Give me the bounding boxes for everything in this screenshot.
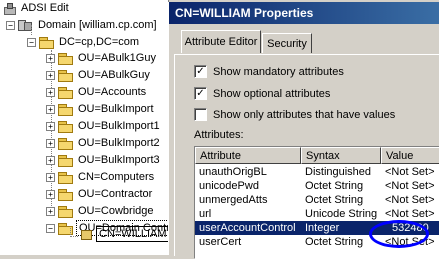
attribute-row[interactable]: unicodePwd Octet String <Not Set>	[195, 179, 439, 193]
attribute-row[interactable]: unauthOrigBL Distinguished <Not Set>	[195, 165, 439, 179]
folder-icon	[58, 188, 73, 201]
column-header-attribute[interactable]: Attribute	[195, 147, 301, 164]
tree-ou-item[interactable]: + CN=Computers	[46, 168, 156, 186]
tree-ou-item[interactable]: + OU=BulkImport3	[46, 151, 162, 169]
attribute-value: <Not Set>	[385, 194, 435, 206]
expand-icon[interactable]: +	[46, 104, 55, 114]
show-optional-checkbox[interactable]: ✓ Show optional attributes	[194, 87, 330, 100]
tree-ou-label: OU=BulkImport3	[78, 154, 160, 166]
expand-icon[interactable]: +	[46, 70, 55, 80]
folder-icon	[58, 205, 73, 218]
checkbox-label: Show only attributes that have values	[213, 108, 396, 121]
user-object-icon	[80, 229, 92, 240]
checkbox-label: Show optional attributes	[213, 87, 331, 100]
tree-ou-label: OU=BulkImport2	[78, 137, 160, 149]
folder-icon	[58, 69, 73, 82]
expand-icon[interactable]: +	[46, 87, 55, 97]
attribute-syntax: Integer	[305, 222, 340, 234]
adsi-tree: ADSI Edit − Domain [william.cp.com] − DC…	[0, 0, 169, 255]
tree-dc-label: DC=cp,DC=com	[59, 36, 140, 48]
attribute-value: <Not Set>	[385, 180, 435, 192]
attribute-syntax: Octet String	[305, 194, 364, 206]
attribute-value: <Not Set>	[385, 166, 435, 178]
tree-ou-item[interactable]: + OU=Contractor	[46, 185, 154, 203]
attribute-value: <Not Set>	[385, 208, 435, 220]
attribute-name: userCert	[199, 236, 242, 248]
tree-guide-line	[31, 25, 32, 35]
collapse-icon[interactable]: −	[6, 20, 15, 30]
attribute-syntax: Distinguished	[305, 166, 372, 178]
tree-guide-line	[70, 228, 71, 237]
folder-icon	[58, 120, 73, 133]
folder-icon	[39, 36, 54, 49]
expand-icon[interactable]: +	[46, 172, 55, 182]
collapse-icon[interactable]: −	[27, 37, 36, 47]
tab-attribute-editor[interactable]: Attribute Editor	[181, 30, 261, 53]
column-header-syntax[interactable]: Syntax	[301, 147, 381, 164]
collapse-icon[interactable]: −	[46, 223, 55, 233]
expand-icon[interactable]: +	[46, 155, 55, 165]
checkbox-icon[interactable]: ✓	[194, 65, 207, 78]
folder-icon	[58, 154, 73, 167]
checkbox-label: Show mandatory attributes	[213, 65, 344, 78]
attribute-row[interactable]: unmergedAtts Octet String <Not Set>	[195, 193, 439, 207]
tree-ou-label: OU=ABulkGuy	[78, 69, 150, 81]
attribute-syntax: Octet String	[305, 236, 364, 248]
tree-ou-label: CN=Computers	[78, 171, 155, 183]
tree-selected-label: CN=WILLIAM	[96, 226, 168, 242]
column-header-value[interactable]: Value	[381, 147, 439, 164]
expand-icon[interactable]: +	[46, 53, 55, 63]
expand-icon[interactable]: +	[46, 206, 55, 216]
attribute-name: unicodePwd	[199, 180, 259, 192]
show-mandatory-checkbox[interactable]: ✓ Show mandatory attributes	[194, 65, 344, 78]
tree-selected-item[interactable]: CN=WILLIAM	[80, 225, 168, 243]
tab-security[interactable]: Security	[262, 33, 312, 53]
tree-ou-item[interactable]: + OU=BulkImport	[46, 100, 156, 118]
show-only-values-checkbox[interactable]: Show only attributes that have values	[194, 108, 395, 121]
folder-icon	[58, 137, 73, 150]
adsi-edit-icon	[4, 2, 16, 15]
domain-icon	[18, 19, 32, 31]
tree-domain-label: Domain [william.cp.com]	[38, 19, 157, 31]
tree-root[interactable]: ADSI Edit	[4, 0, 71, 17]
folder-icon	[58, 86, 73, 99]
folder-icon	[58, 52, 73, 65]
tree-ou-label: OU=BulkImport1	[78, 120, 160, 132]
checkbox-icon[interactable]: ✓	[194, 87, 207, 100]
attribute-name: userAccountControl	[199, 222, 296, 234]
expand-icon[interactable]: +	[46, 121, 55, 131]
tree-ou-label: OU=Contractor	[78, 188, 153, 200]
tree-guide-line	[70, 236, 78, 237]
tree-ou-label: OU=ABulk1Guy	[78, 52, 156, 64]
attribute-syntax: Octet String	[305, 180, 364, 192]
attribute-name: url	[199, 208, 212, 220]
properties-window: CN=WILLIAM Properties Attribute Editor S…	[168, 2, 439, 259]
attributes-label: Attributes:	[194, 129, 244, 141]
tree-ou-item[interactable]: + OU=Accounts	[46, 83, 148, 101]
expand-icon[interactable]: +	[46, 189, 55, 199]
tree-ou-item[interactable]: + OU=ABulkGuy	[46, 66, 152, 84]
tree-ou-label: OU=Accounts	[78, 86, 147, 98]
tree-ou-item[interactable]: + OU=Cowbridge	[46, 202, 156, 220]
tree-ou-item[interactable]: + OU=BulkImport2	[46, 134, 162, 152]
expand-icon[interactable]: +	[46, 138, 55, 148]
tree-ou-label: OU=BulkImport	[78, 103, 154, 115]
value-highlight-ellipse	[369, 220, 429, 248]
attribute-name: unauthOrigBL	[199, 166, 267, 178]
folder-icon	[58, 103, 73, 116]
tree-ou-label: OU=Cowbridge	[78, 205, 154, 217]
attribute-syntax: Unicode String	[305, 208, 378, 220]
window-title[interactable]: CN=WILLIAM Properties	[169, 2, 439, 24]
attribute-name: unmergedAtts	[199, 194, 268, 206]
checkbox-icon[interactable]	[194, 108, 207, 121]
tree-root-label: ADSI Edit	[21, 2, 69, 14]
tree-ou-item[interactable]: + OU=BulkImport1	[46, 117, 162, 135]
folder-icon	[58, 171, 73, 184]
tree-domain[interactable]: − Domain [william.cp.com]	[6, 16, 159, 34]
tree-ou-item[interactable]: + OU=ABulk1Guy	[46, 49, 158, 67]
attribute-row[interactable]: url Unicode String <Not Set>	[195, 207, 439, 221]
